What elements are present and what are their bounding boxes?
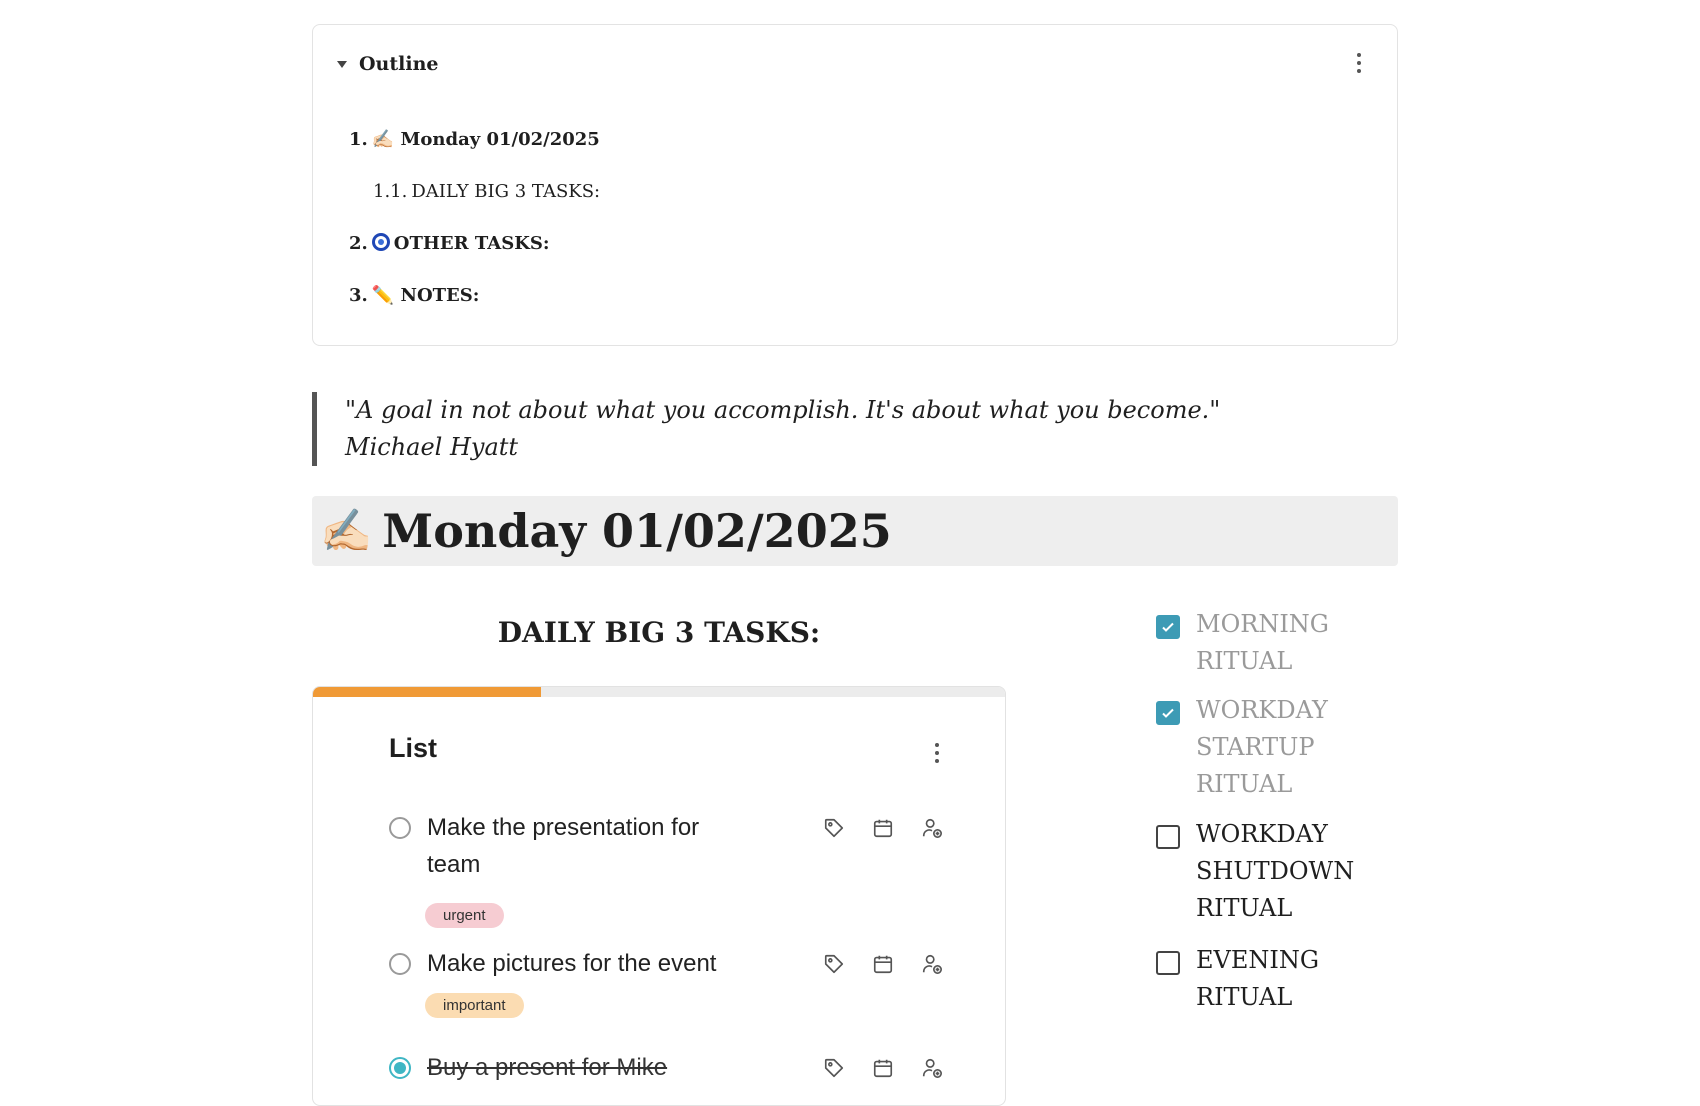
quote-author: Michael Hyatt — [345, 433, 519, 461]
task-item: Buy a present for Mike — [389, 1049, 969, 1089]
ritual-checkbox[interactable] — [1156, 825, 1180, 849]
tag-icon[interactable] — [823, 817, 845, 839]
outline-title: Outline — [359, 53, 439, 75]
task-actions — [823, 953, 943, 975]
outline-item-label: DAILY BIG 3 TASKS: — [411, 181, 601, 202]
assign-user-icon[interactable] — [921, 817, 943, 839]
quote-block: "A goal in not about what you accomplish… — [312, 392, 1220, 466]
ritual-label[interactable]: MORNING RITUAL — [1196, 606, 1376, 680]
task-complete-radio[interactable] — [389, 817, 411, 839]
task-text[interactable]: Make the presentation for team — [427, 809, 757, 883]
outline-panel: Outline 1. ✍🏻 Monday 01/02/2025 1.1. DAILY… — [312, 24, 1398, 346]
task-item: Make the presentation for team urgent — [389, 809, 969, 939]
collapse-caret-icon[interactable] — [337, 60, 347, 68]
progress-fill — [313, 687, 542, 697]
ritual-item-workday-startup: WORKDAY STARTUP RITUAL — [1156, 692, 1376, 803]
ritual-label[interactable]: WORKDAY SHUTDOWN RITUAL — [1196, 816, 1376, 927]
list-more-options-icon[interactable] — [927, 743, 947, 763]
outline-item-monday[interactable]: 1. ✍🏻 Monday 01/02/2025 — [349, 129, 600, 150]
writing-hand-icon: ✍🏻 — [320, 506, 373, 555]
checkmark-icon — [1162, 708, 1174, 718]
task-list-widget: List Make the presentation for team urge… — [312, 686, 1006, 1106]
assign-user-icon[interactable] — [921, 1057, 943, 1079]
task-complete-radio[interactable] — [389, 953, 411, 975]
task-text[interactable]: Buy a present for Mike — [427, 1049, 757, 1086]
outline-item-label: Monday 01/02/2025 — [400, 129, 600, 150]
task-actions — [823, 1057, 943, 1079]
nazar-eye-icon — [371, 233, 390, 251]
outline-number: 3. — [349, 285, 368, 306]
day-heading: ✍🏻 Monday 01/02/2025 — [312, 496, 1398, 566]
task-item: Make pictures for the event important — [389, 945, 969, 1035]
writing-hand-icon: ✍🏻 — [371, 129, 395, 150]
task-text[interactable]: Make pictures for the event — [427, 945, 807, 982]
tag-icon[interactable] — [823, 953, 845, 975]
outline-item-label: OTHER TASKS: — [393, 233, 550, 254]
calendar-icon[interactable] — [872, 817, 894, 839]
task-complete-radio[interactable] — [389, 1057, 411, 1079]
outline-item-notes[interactable]: 3. ✏️ NOTES: — [349, 285, 479, 306]
task-actions — [823, 817, 943, 839]
outline-item-other-tasks[interactable]: 2. OTHER TASKS: — [349, 233, 550, 254]
outline-number: 1.1. — [373, 181, 408, 202]
big3-heading: DAILY BIG 3 TASKS: — [497, 616, 821, 649]
more-options-icon[interactable] — [1349, 53, 1369, 73]
ritual-checkbox[interactable] — [1156, 701, 1180, 725]
progress-bar — [313, 687, 1005, 697]
list-title: List — [389, 733, 438, 763]
ritual-item-workday-shutdown: WORKDAY SHUTDOWN RITUAL — [1156, 816, 1376, 927]
tag-important[interactable]: important — [425, 993, 524, 1018]
tag-urgent[interactable]: urgent — [425, 903, 504, 928]
ritual-item-morning: MORNING RITUAL — [1156, 606, 1376, 680]
assign-user-icon[interactable] — [921, 953, 943, 975]
pencil-icon: ✏️ — [371, 285, 395, 306]
ritual-label[interactable]: EVENING RITUAL — [1196, 942, 1376, 1016]
outline-header[interactable]: Outline — [337, 53, 438, 75]
ritual-label[interactable]: WORKDAY STARTUP RITUAL — [1196, 692, 1376, 803]
outline-number: 2. — [349, 233, 368, 254]
outline-number: 1. — [349, 129, 368, 150]
tag-icon[interactable] — [823, 1057, 845, 1079]
checkmark-icon — [1162, 622, 1174, 632]
day-title: Monday 01/02/2025 — [382, 504, 892, 558]
quote-text: "A goal in not about what you accomplish… — [345, 396, 1221, 424]
outline-item-label: NOTES: — [394, 285, 480, 306]
calendar-icon[interactable] — [872, 953, 894, 975]
ritual-item-evening: EVENING RITUAL — [1156, 942, 1376, 1016]
outline-item-daily-big-3[interactable]: 1.1. DAILY BIG 3 TASKS: — [373, 181, 600, 202]
ritual-checkbox[interactable] — [1156, 615, 1180, 639]
calendar-icon[interactable] — [872, 1057, 894, 1079]
ritual-checkbox[interactable] — [1156, 951, 1180, 975]
